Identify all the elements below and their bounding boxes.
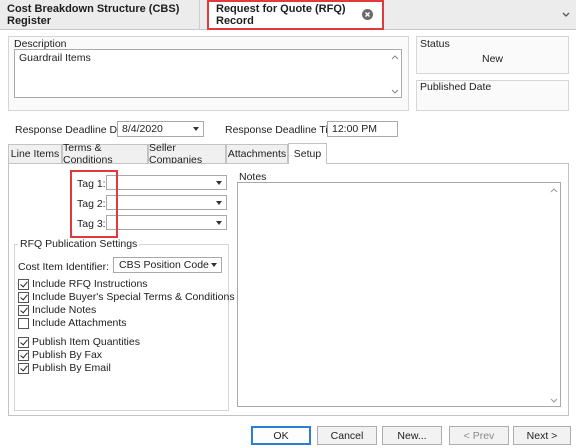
notes-field[interactable]	[237, 182, 561, 407]
checkbox-include-rfq-instructions[interactable]: Include RFQ Instructions	[18, 278, 223, 291]
checkbox-label: Publish Item Quantities	[32, 336, 140, 348]
doc-tab-cbs-register[interactable]: Cost Breakdown Structure (CBS) Register	[0, 0, 200, 30]
tab-terms-conditions[interactable]: Terms & Conditions	[62, 142, 148, 166]
publication-settings-title: RFQ Publication Settings	[18, 238, 140, 250]
status-label: Status	[420, 38, 450, 50]
tab-line-items-label: Line Items	[10, 148, 60, 160]
checkbox-publish-by-fax[interactable]: Publish By Fax	[18, 349, 223, 362]
date-chevron-down-icon[interactable]	[193, 127, 199, 131]
checkbox-include-notes[interactable]: Include Notes	[18, 304, 223, 317]
tag-1-select[interactable]	[106, 175, 227, 190]
checkbox-include-attachments[interactable]: Include Attachments	[18, 317, 223, 330]
status-value: New	[481, 53, 503, 65]
checkbox-box[interactable]	[18, 350, 29, 361]
published-date-label: Published Date	[420, 81, 492, 93]
checkbox-box[interactable]	[18, 292, 29, 303]
tag-3-select[interactable]	[106, 215, 227, 230]
cost-item-chevron-down-icon[interactable]	[211, 263, 217, 267]
prev-button-label: < Prev	[463, 429, 495, 442]
checkbox-publish-by-email[interactable]: Publish By Email	[18, 362, 223, 375]
tab-seller-companies[interactable]: Seller Companies	[148, 142, 226, 166]
checkbox-label: Include RFQ Instructions	[32, 278, 148, 290]
cost-item-identifier-label: Cost Item Identifier:	[18, 261, 110, 273]
tag-1-chevron-down-icon[interactable]	[216, 180, 222, 185]
tab-setup[interactable]: Setup	[288, 143, 327, 164]
ok-button-label: OK	[273, 429, 289, 442]
tab-list-chevron-down-icon[interactable]	[561, 9, 571, 19]
tab-attachments-label: Attachments	[227, 148, 287, 160]
prev-button[interactable]: < Prev	[449, 426, 509, 445]
next-button[interactable]: Next >	[513, 426, 571, 445]
checkbox-label: Publish By Email	[32, 362, 111, 374]
response-deadline-time-value: 12:00 PM	[332, 123, 377, 135]
tag-2-chevron-down-icon[interactable]	[216, 200, 222, 205]
cost-item-identifier-select[interactable]: CBS Position Code	[113, 257, 222, 273]
checkbox-label: Include Buyer's Special Terms & Conditio…	[32, 291, 235, 303]
tab-attachments[interactable]: Attachments	[226, 144, 288, 163]
checkbox-box[interactable]	[18, 305, 29, 316]
description-field[interactable]: Guardrail Items	[14, 49, 402, 98]
response-deadline-date-field[interactable]: 8/4/2020	[117, 121, 204, 137]
description-value: Guardrail Items	[19, 52, 91, 64]
new-button-label: New...	[397, 429, 427, 442]
tags-highlight	[70, 170, 118, 238]
scroll-up-icon[interactable]	[391, 53, 399, 61]
checkbox-label: Publish By Fax	[32, 349, 103, 361]
checkbox-box[interactable]	[18, 318, 29, 329]
tab-setup-label: Setup	[293, 148, 322, 160]
checkbox-include-buyer-terms[interactable]: Include Buyer's Special Terms & Conditio…	[18, 291, 235, 304]
tab-line-items[interactable]: Line Items	[8, 144, 62, 163]
scroll-down-icon[interactable]	[391, 86, 399, 94]
cancel-button-label: Cancel	[330, 429, 364, 442]
notes-scroll-up-icon[interactable]	[550, 186, 558, 194]
tag-2-select[interactable]	[106, 195, 227, 210]
ok-button[interactable]: OK	[251, 426, 311, 445]
checkbox-publish-item-quantities[interactable]: Publish Item Quantities	[18, 336, 223, 349]
response-deadline-date-value: 8/4/2020	[122, 123, 163, 135]
response-deadline-time-field[interactable]: 12:00 PM	[327, 121, 398, 137]
checkbox-box[interactable]	[18, 337, 29, 348]
doc-tab-cbs-register-label: Cost Breakdown Structure (CBS) Register	[7, 3, 180, 27]
notes-scroll-down-icon[interactable]	[550, 395, 558, 403]
checkbox-label: Include Attachments	[32, 317, 127, 329]
tag-3-chevron-down-icon[interactable]	[216, 220, 222, 225]
cancel-button[interactable]: Cancel	[317, 426, 377, 445]
checkbox-box[interactable]	[18, 363, 29, 374]
new-button[interactable]: New...	[382, 426, 442, 445]
checkbox-label: Include Notes	[32, 304, 97, 316]
cost-item-identifier-value: CBS Position Code	[119, 259, 209, 271]
rfq-tab-highlight	[207, 0, 384, 30]
checkbox-box[interactable]	[18, 279, 29, 290]
next-button-label: Next >	[526, 429, 558, 442]
